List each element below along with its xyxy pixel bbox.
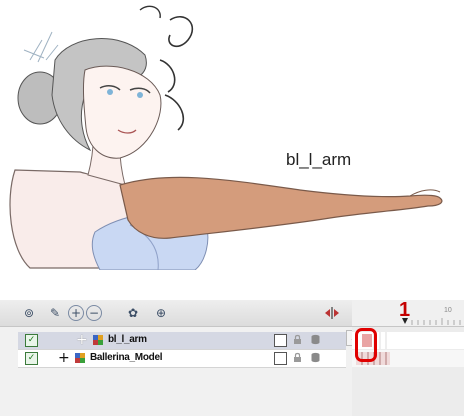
expand-icon[interactable]: + [76, 332, 88, 348]
timeline-panel: ⊚ ✎ + − ✿ ⊕ ✓ + bl_l_arm ✓ + Ballerina_M… [0, 299, 464, 416]
collapse-expand-icon[interactable] [324, 306, 340, 320]
layer-row-ballerina-model[interactable]: ✓ + Ballerina_Model [18, 350, 346, 368]
add-layer-icon[interactable]: + [68, 305, 84, 321]
layer-label: bl_l_arm [286, 150, 352, 169]
layer-name[interactable]: bl_l_arm [108, 334, 147, 345]
layer-color-swatch[interactable] [274, 334, 287, 347]
layer-properties-icon[interactable]: ✎ [46, 304, 64, 322]
onion-skin-icon[interactable]: ⊚ [20, 304, 38, 322]
lock-icon[interactable] [292, 352, 303, 363]
layer-row-bl-l-arm[interactable]: ✓ + bl_l_arm [18, 332, 346, 350]
drawing-stage[interactable]: bl_l_arm [0, 0, 464, 270]
delete-layer-icon[interactable]: − [86, 305, 102, 321]
ruler-tick-label: 10 [444, 307, 452, 314]
timeline-grid[interactable]: 1 10 [352, 299, 464, 416]
ballerina-illustration [9, 5, 443, 270]
add-peg-icon[interactable]: ⊕ [152, 304, 170, 322]
current-frame-number: 1 [399, 299, 411, 321]
expand-icon[interactable]: + [58, 350, 70, 366]
frame-highlight-circle [355, 328, 377, 362]
left-arm-shape[interactable] [119, 176, 443, 239]
layer-list: ✓ + bl_l_arm ✓ + Ballerina_Model [18, 330, 346, 416]
database-icon[interactable] [310, 352, 321, 363]
add-drawing-layer-icon[interactable]: ✿ [124, 304, 142, 322]
face-shape [82, 65, 162, 159]
layer-color-swatch[interactable] [274, 352, 287, 365]
drawing-layer-icon [93, 335, 103, 345]
layer-enable-checkbox[interactable]: ✓ [25, 352, 38, 365]
database-icon[interactable] [310, 334, 321, 345]
layer-name[interactable]: Ballerina_Model [90, 352, 163, 363]
lock-icon[interactable] [292, 334, 303, 345]
layer-enable-checkbox[interactable]: ✓ [25, 334, 38, 347]
frame-ruler[interactable]: 1 10 [352, 299, 464, 327]
drawing-layer-icon [75, 353, 85, 363]
